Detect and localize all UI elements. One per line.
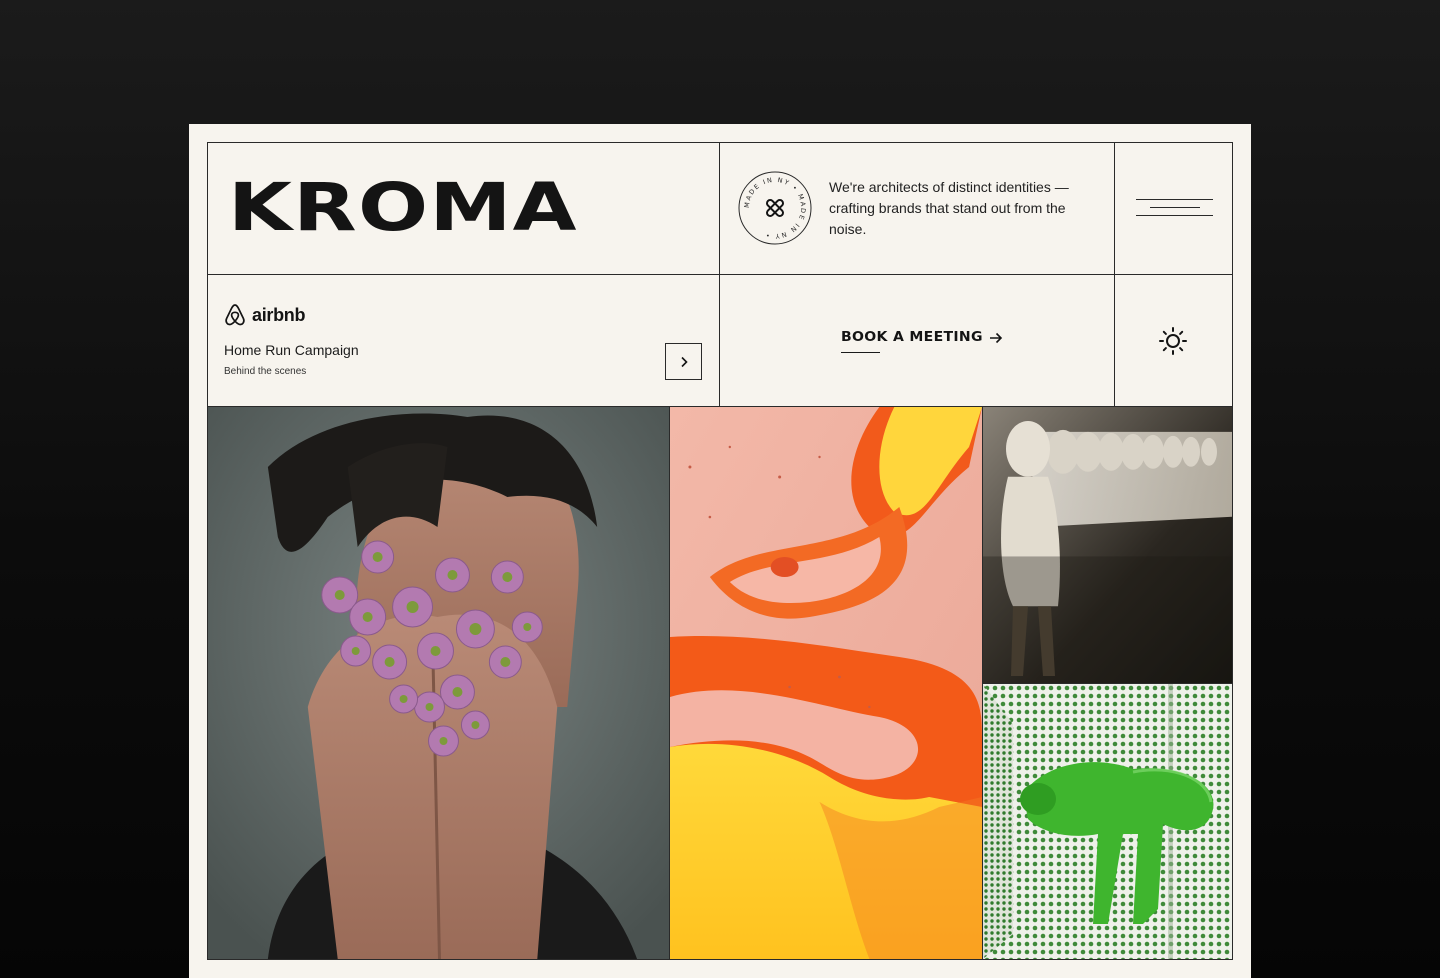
image-gallery xyxy=(208,407,1232,959)
chevron-right-icon xyxy=(680,356,688,367)
feature-row: airbnb Home Run Campaign Behind the scen… xyxy=(208,275,1232,407)
client-logo-text: airbnb xyxy=(252,304,306,325)
svg-text:MADE IN NY • MADE IN NY •: MADE IN NY • MADE IN NY • xyxy=(743,176,807,240)
cta-cell: BOOK A MEETING xyxy=(720,275,1115,406)
orange-fluid-art-image[interactable] xyxy=(670,407,983,959)
theme-cell xyxy=(1115,275,1232,406)
green-figure-tiles-image[interactable] xyxy=(983,684,1232,959)
badge-text: MADE IN NY • MADE IN NY • xyxy=(743,176,806,240)
book-meeting-link[interactable]: BOOK A MEETING xyxy=(841,330,1004,345)
intro-cell: MADE IN NY • MADE IN NY • We're architec… xyxy=(720,143,1115,274)
brand-logo[interactable]: KROMA xyxy=(228,173,578,243)
hamburger-icon[interactable] xyxy=(1136,199,1213,219)
cta-underline xyxy=(841,352,880,353)
portrait-flowers-image[interactable] xyxy=(208,407,670,959)
book-meeting-label: BOOK A MEETING xyxy=(841,330,983,345)
featured-project-cell: airbnb Home Run Campaign Behind the scen… xyxy=(208,275,720,406)
airbnb-icon xyxy=(225,304,245,326)
hero-card: KROMA MADE IN NY • MADE IN NY • We're ar… xyxy=(189,124,1251,978)
tagline: We're architects of distinct identities … xyxy=(829,179,1069,237)
client-logo: airbnb xyxy=(224,303,306,327)
project-subtitle: Behind the scenes xyxy=(224,366,307,377)
next-project-button[interactable] xyxy=(665,343,702,380)
hero-grid: KROMA MADE IN NY • MADE IN NY • We're ar… xyxy=(207,142,1233,960)
project-title[interactable]: Home Run Campaign xyxy=(224,342,359,358)
logo-cell: KROMA xyxy=(208,143,720,274)
header-row: KROMA MADE IN NY • MADE IN NY • We're ar… xyxy=(208,143,1232,275)
made-in-ny-badge: MADE IN NY • MADE IN NY • xyxy=(738,171,812,245)
menu-cell xyxy=(1115,143,1232,274)
x-mark-icon xyxy=(765,198,785,218)
astronaut-clones-image[interactable] xyxy=(983,407,1232,684)
arrow-right-icon xyxy=(990,332,1003,343)
sun-icon[interactable] xyxy=(1158,326,1188,356)
